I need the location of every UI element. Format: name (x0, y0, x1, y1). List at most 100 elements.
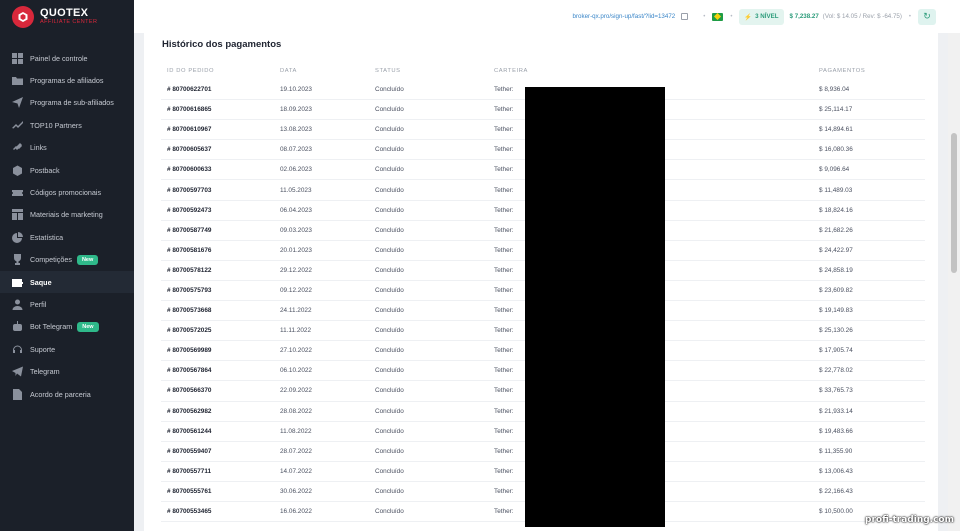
quotex-logo-icon (12, 6, 34, 28)
payment-status: Concluído (375, 508, 404, 516)
ticket-icon (12, 187, 23, 198)
refresh-icon[interactable]: ↻ (918, 8, 936, 25)
sidebar-item-label: Telegram (30, 367, 60, 377)
headset-icon (12, 344, 23, 355)
order-id: # 80700569989 (167, 347, 212, 355)
sidebar-item-label: Competições (30, 255, 72, 265)
sidebar-item-11[interactable]: Perfil (0, 293, 134, 315)
payment-amount: $ 22,778.02 (819, 367, 853, 375)
payment-amount: $ 10,500.00 (819, 508, 853, 516)
sidebar: QUOTEX AFFILIATE CENTER Painel de contro… (0, 0, 134, 531)
scrollbar[interactable] (948, 33, 960, 531)
sidebar-item-label: Painel de controle (30, 53, 88, 63)
new-badge: New (76, 254, 99, 265)
column-header-wallet: CARTEIRA (494, 68, 529, 74)
payment-date: 11.05.2023 (280, 186, 312, 194)
copy-icon[interactable] (681, 13, 689, 20)
sidebar-item-label: Acordo de parceria (30, 389, 91, 399)
payment-amount: $ 24,858.19 (819, 266, 853, 274)
payment-status: Concluído (375, 126, 404, 134)
sidebar-item-4[interactable]: Links (0, 137, 134, 159)
payment-amount: $ 21,682.26 (819, 226, 853, 234)
sidebar-item-6[interactable]: Códigos promocionais (0, 181, 134, 203)
order-id: # 80700572025 (167, 327, 212, 335)
referral-link[interactable]: broker-qx.pro/sign-up/fast/?lid=13472 (573, 13, 676, 20)
payment-date: 16.06.2022 (280, 508, 312, 516)
payment-status: Concluído (375, 347, 404, 355)
sidebar-item-label: Perfil (30, 299, 47, 309)
telegram-icon (12, 366, 23, 377)
column-header-status: STATUS (375, 68, 401, 74)
payment-amount: $ 25,130.26 (819, 327, 853, 335)
watermark: profi-trading.com (865, 515, 954, 525)
new-badge: New (77, 321, 99, 332)
payment-status: Concluído (375, 387, 404, 395)
brand-logo[interactable]: QUOTEX AFFILIATE CENTER (0, 0, 134, 34)
sidebar-item-13[interactable]: Suporte (0, 338, 134, 360)
order-id: # 80700557711 (167, 467, 212, 475)
sidebar-item-10[interactable]: Saque (0, 270, 134, 294)
sidebar-item-5[interactable]: Postback (0, 159, 134, 181)
payment-amount: $ 16,080.36 (819, 146, 853, 154)
sidebar-item-label: Materiais de marketing (30, 210, 103, 220)
sidebar-item-2[interactable]: Programa de sub-afiliados (0, 92, 134, 114)
sidebar-item-label: Links (30, 143, 47, 153)
sidebar-item-1[interactable]: Programas de afiliados (0, 69, 134, 91)
sidebar-item-0[interactable]: Painel de controle (0, 47, 134, 69)
payment-status: Concluído (375, 407, 404, 415)
payment-amount: $ 13,006.43 (819, 467, 853, 475)
sidebar-item-label: Estatística (30, 232, 64, 242)
payment-date: 29.12.2022 (280, 266, 312, 274)
sidebar-item-7[interactable]: Materiais de marketing (0, 204, 134, 226)
payment-amount: $ 9,096.64 (819, 166, 850, 174)
payment-date: 08.07.2023 (280, 146, 312, 154)
order-id: # 80700605637 (167, 146, 212, 154)
payment-status: Concluído (375, 327, 404, 335)
lightning-icon: ⚡ (744, 13, 753, 21)
payment-date: 11.11.2022 (280, 327, 312, 335)
payment-status: Concluído (375, 367, 404, 375)
sidebar-item-label: Programas de afiliados (30, 76, 104, 86)
payment-status: Concluído (375, 266, 404, 274)
payment-date: 09.12.2022 (280, 286, 312, 294)
payment-amount: $ 22,166.43 (819, 487, 853, 495)
order-id: # 80700578122 (167, 266, 212, 274)
box-icon (12, 165, 23, 176)
sidebar-item-label: Postback (30, 165, 60, 175)
payment-date: 09.03.2023 (280, 226, 312, 234)
sidebar-item-15[interactable]: Acordo de parceria (0, 383, 134, 405)
order-id: # 80700567864 (167, 367, 212, 375)
sidebar-item-8[interactable]: Estatística (0, 226, 134, 248)
sidebar-item-12[interactable]: Bot Telegram New (0, 316, 134, 338)
order-id: # 80700616865 (167, 106, 212, 114)
payment-status: Concluído (375, 86, 404, 94)
order-id: # 80700622701 (167, 86, 212, 94)
sidebar-item-14[interactable]: Telegram (0, 360, 134, 382)
payment-amount: $ 24,422.97 (819, 246, 853, 254)
payment-amount: $ 11,489.03 (819, 186, 853, 194)
payment-status: Concluído (375, 186, 404, 194)
payment-amount: $ 18,824.16 (819, 206, 853, 214)
brazil-flag-icon[interactable] (712, 12, 724, 21)
grid-icon (12, 209, 23, 221)
top-bar: broker-qx.pro/sign-up/fast/?lid=13472 • … (134, 0, 960, 33)
sidebar-item-9[interactable]: Competições New (0, 249, 134, 271)
payment-amount: $ 19,483.66 (819, 427, 853, 435)
payment-date: 14.07.2022 (280, 467, 312, 475)
payment-amount: $ 33,765.73 (819, 387, 853, 395)
payment-date: 02.06.2023 (280, 166, 312, 174)
order-id: # 80700592473 (167, 206, 212, 214)
payment-status: Concluído (375, 307, 404, 315)
payment-amount: $ 11,355.90 (819, 447, 853, 455)
payment-date: 28.08.2022 (280, 407, 312, 415)
payment-status: Concluído (375, 166, 404, 174)
trophy-icon (12, 254, 23, 266)
brand-title: QUOTEX (40, 7, 89, 20)
sidebar-item-3[interactable]: TOP10 Partners (0, 114, 134, 136)
order-id: # 80700610967 (167, 126, 212, 134)
scrollbar-thumb[interactable] (951, 133, 957, 273)
sidebar-item-label: Bot Telegram (30, 322, 73, 332)
order-id: # 80700575793 (167, 286, 212, 294)
order-id: # 80700600633 (167, 166, 212, 174)
level-badge[interactable]: ⚡ 3 NÍVEL (739, 8, 784, 25)
